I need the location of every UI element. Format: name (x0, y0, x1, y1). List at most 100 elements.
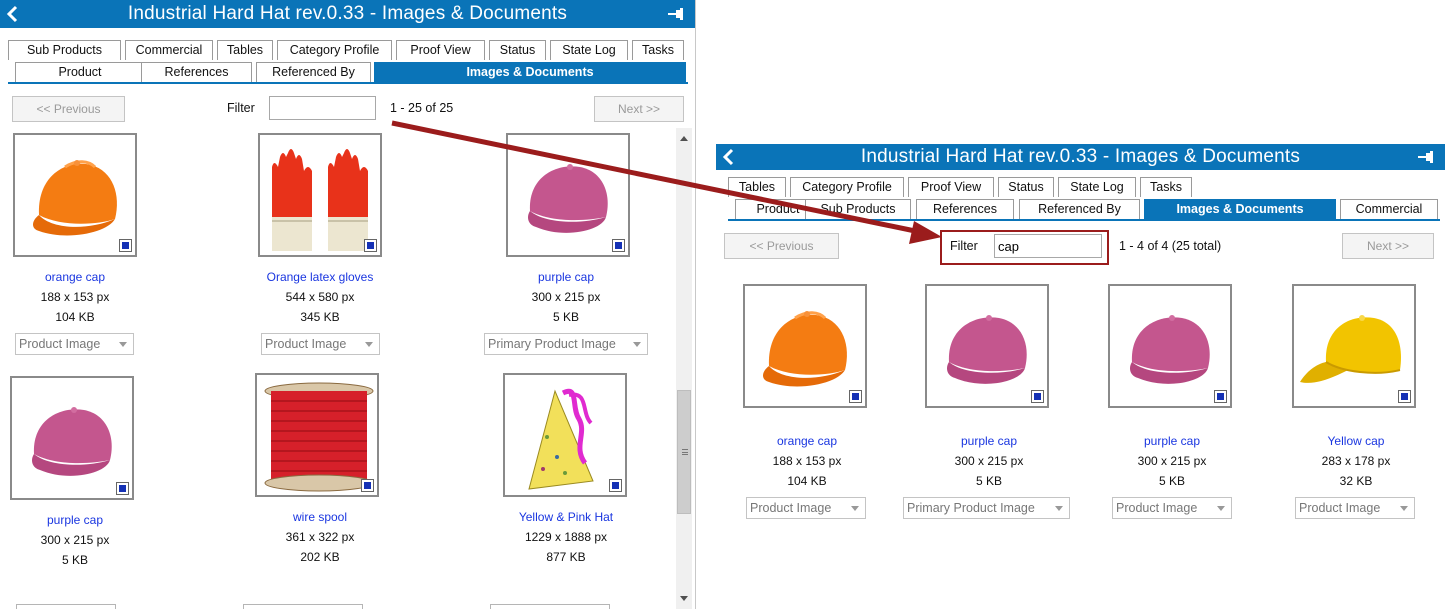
image-type-value: Product Image (1116, 501, 1198, 515)
image-name-link[interactable]: orange cap (732, 434, 882, 448)
image-filesize: 5 KB (552, 310, 579, 324)
thumbnail-yellow-cap[interactable] (1292, 284, 1416, 408)
image-type-value: Primary Product Image (488, 337, 616, 351)
image-name-link[interactable]: purple cap (1097, 434, 1247, 448)
tab-images-documents[interactable]: Images & Documents (374, 62, 686, 82)
next-button[interactable]: Next >> (594, 96, 684, 122)
range-text: 1 - 25 of 25 (390, 101, 454, 115)
filter-input[interactable] (269, 96, 376, 120)
image-filesize: 5 KB (975, 474, 1002, 488)
tab-tasks[interactable]: Tasks (632, 40, 684, 60)
image-card[interactable]: purple cap 300 x 215 px 5 KB Product Ima… (1097, 284, 1247, 524)
thumbnail-orange-cap[interactable] (743, 284, 867, 408)
card-peek (16, 604, 116, 609)
thumbnail-purple-cap[interactable] (10, 376, 134, 500)
image-type-select[interactable]: Primary Product Image (903, 497, 1070, 519)
image-card[interactable]: orange cap 188 x 153 px 104 KB Product I… (0, 133, 150, 363)
image-dimensions: 283 x 178 px (1321, 454, 1391, 468)
image-name-link[interactable]: purple cap (491, 270, 641, 284)
image-dimensions: 188 x 153 px (40, 290, 110, 304)
pin-icon[interactable] (667, 7, 685, 21)
tab-tables[interactable]: Tables (728, 177, 786, 197)
tab-sub-products[interactable]: Sub Products (8, 40, 121, 60)
tab-category-profile[interactable]: Category Profile (277, 40, 392, 60)
image-card[interactable]: orange cap 188 x 153 px 104 KB Product I… (732, 284, 882, 524)
tab-tasks[interactable]: Tasks (1140, 177, 1192, 197)
window-title: Industrial Hard Hat rev.0.33 - Images & … (127, 3, 568, 24)
thumbnail-orange-cap[interactable] (13, 133, 137, 257)
thumbnail-purple-cap[interactable] (1108, 284, 1232, 408)
tab-tables[interactable]: Tables (217, 40, 273, 60)
image-name-link[interactable]: wire spool (245, 510, 395, 524)
image-dimensions: 300 x 215 px (954, 454, 1024, 468)
image-name-link[interactable]: Yellow & Pink Hat (491, 510, 641, 524)
chevron-down-icon (1055, 506, 1063, 511)
tab-proof-view[interactable]: Proof View (396, 40, 485, 60)
thumbnail-purple-cap[interactable] (506, 133, 630, 257)
tab-images-documents[interactable]: Images & Documents (1144, 199, 1336, 219)
image-type-select[interactable]: Primary Product Image (484, 333, 648, 355)
scroll-down-icon[interactable] (680, 596, 688, 601)
thumbnail-orange-latex-gloves[interactable] (258, 133, 382, 257)
thumbnail-purple-cap[interactable] (925, 284, 1049, 408)
image-type-select[interactable]: Product Image (1112, 497, 1232, 519)
image-name-link[interactable]: Orange latex gloves (245, 270, 395, 284)
image-card[interactable]: Yellow cap 283 x 178 px 32 KB Product Im… (1281, 284, 1431, 524)
image-type-value: Product Image (265, 337, 347, 351)
images-documents-panel-filtered: Industrial Hard Hat rev.0.33 - Images & … (716, 144, 1445, 544)
image-filesize: 345 KB (300, 310, 340, 324)
tab-state-log[interactable]: State Log (1058, 177, 1136, 197)
previous-button[interactable]: << Previous (12, 96, 125, 122)
tab-commercial[interactable]: Commercial (1340, 199, 1438, 219)
document-badge-icon (849, 390, 862, 403)
tab-sub-products[interactable]: Sub Products (805, 199, 911, 219)
image-type-select[interactable]: Product Image (15, 333, 134, 355)
thumbnail-yellow-pink-hat[interactable] (503, 373, 627, 497)
scrollbar-thumb[interactable] (677, 390, 691, 514)
previous-button[interactable]: << Previous (724, 233, 839, 259)
image-type-select[interactable]: Product Image (746, 497, 866, 519)
image-name-link[interactable]: purple cap (0, 513, 150, 527)
tab-references[interactable]: References (916, 199, 1014, 219)
image-card[interactable]: Yellow & Pink Hat 1229 x 1888 px 877 KB (491, 373, 641, 573)
chevron-down-icon (851, 506, 859, 511)
tab-state-log[interactable]: State Log (550, 40, 628, 60)
tab-referenced-by[interactable]: Referenced By (256, 62, 371, 82)
pin-icon[interactable] (1417, 150, 1435, 164)
image-name-link[interactable]: Yellow cap (1281, 434, 1431, 448)
document-badge-icon (1031, 390, 1044, 403)
tab-status[interactable]: Status (489, 40, 546, 60)
image-card[interactable]: Orange latex gloves 544 x 580 px 345 KB … (245, 133, 395, 363)
image-dimensions: 300 x 215 px (531, 290, 601, 304)
image-card[interactable]: purple cap 300 x 215 px 5 KB Primary Pro… (903, 284, 1070, 524)
image-filesize: 104 KB (55, 310, 95, 324)
image-dimensions: 300 x 215 px (1137, 454, 1207, 468)
images-documents-panel-full: Industrial Hard Hat rev.0.33 - Images & … (0, 0, 696, 609)
chevron-down-icon (119, 342, 127, 347)
tab-status[interactable]: Status (998, 177, 1054, 197)
vertical-scrollbar[interactable] (676, 128, 692, 609)
document-badge-icon (1214, 390, 1227, 403)
tab-commercial[interactable]: Commercial (125, 40, 213, 60)
image-card[interactable]: purple cap 300 x 215 px 5 KB (0, 376, 150, 576)
filter-label: Filter (950, 239, 978, 253)
tab-references[interactable]: References (141, 62, 252, 82)
document-badge-icon (609, 479, 622, 492)
image-name-link[interactable]: purple cap (914, 434, 1064, 448)
tab-product[interactable]: Product (15, 62, 145, 82)
thumbnail-wire-spool[interactable] (255, 373, 379, 497)
image-name-link[interactable]: orange cap (0, 270, 150, 284)
image-type-select[interactable]: Product Image (1295, 497, 1415, 519)
filter-input[interactable] (994, 234, 1102, 258)
tab-proof-view[interactable]: Proof View (908, 177, 994, 197)
scroll-up-icon[interactable] (680, 136, 688, 141)
tab-referenced-by[interactable]: Referenced By (1019, 199, 1140, 219)
image-type-select[interactable]: Product Image (261, 333, 380, 355)
tab-underline (728, 219, 1440, 221)
image-card[interactable]: purple cap 300 x 215 px 5 KB Primary Pro… (484, 133, 648, 363)
tab-category-profile[interactable]: Category Profile (790, 177, 904, 197)
document-badge-icon (612, 239, 625, 252)
document-badge-icon (116, 482, 129, 495)
image-card[interactable]: wire spool 361 x 322 px 202 KB (245, 373, 395, 573)
next-button[interactable]: Next >> (1342, 233, 1434, 259)
